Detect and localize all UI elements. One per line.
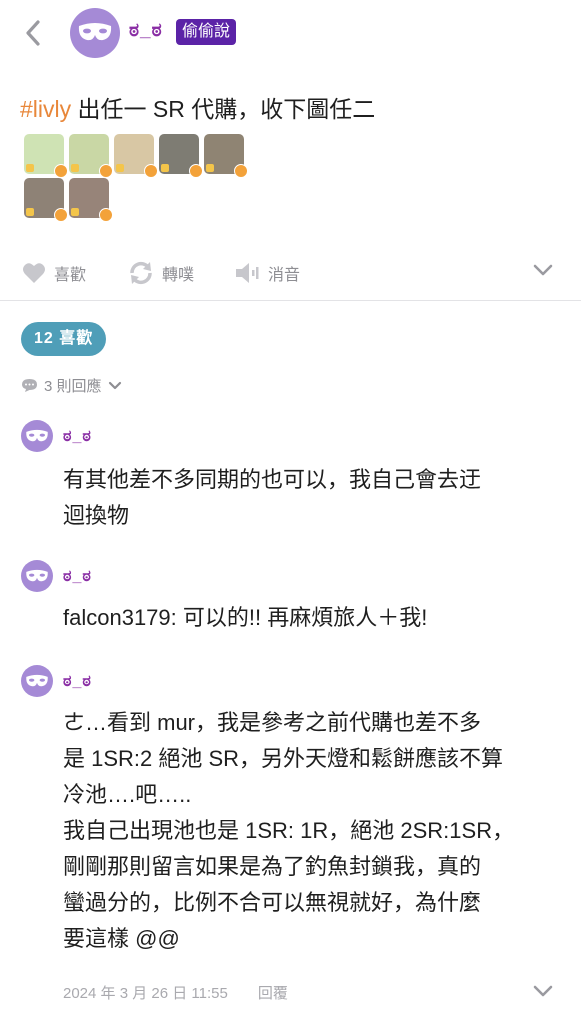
speech-bubble-icon [22,379,37,392]
like-label: 喜歡 [54,267,87,284]
level-icon [206,164,214,172]
comment-line: 蠻過分的，比例不合可以無視就好，為什麼 [63,890,482,915]
divider [0,300,581,301]
sticker-thumbnail[interactable] [69,178,113,222]
reply-button[interactable]: 回覆 [258,982,288,1003]
mute-button[interactable]: 消音 [234,261,300,285]
repost-button[interactable]: 轉噗 [128,261,194,285]
comment-text: 有其他差不多同期的也可以，我自己會去迂 迴換物 [63,462,563,534]
avatar[interactable] [70,8,120,58]
chevron-down-icon[interactable] [532,984,554,998]
comment-author[interactable]: ಠ_ಠ [63,428,92,446]
comment-line: 我自己出現池也是 1SR: 1R，絕池 2SR:1SR， [63,818,515,843]
back-button[interactable] [20,16,46,50]
heart-icon [54,208,68,222]
heart-icon [189,164,203,178]
sticker-thumbnail[interactable] [204,134,248,178]
sticker-thumbnail[interactable] [24,178,68,222]
comment-avatar[interactable] [21,665,53,697]
mask-icon [78,23,112,41]
comment-line: 迴換物 [63,503,130,528]
sticker-thumbnail[interactable] [69,134,113,178]
comment-text: ㄜ…看到 mur，我是參考之前代購也差不多 是 1SR:2 絕池 SR，另外天燈… [63,705,563,957]
repost-icon [130,261,152,285]
heart-icon [144,164,158,178]
comment-meta: 2024 年 3 月 26 日 11:55 回覆 [63,982,288,1003]
chevron-down-icon[interactable] [532,263,554,277]
comment-line: ㄜ…看到 mur，我是參考之前代購也差不多 [63,710,482,735]
level-icon [26,208,34,216]
comment-line: 冷池….吧….. [63,782,192,807]
comment-avatar[interactable] [21,420,53,452]
replies-toggle[interactable]: 3 則回應 [21,375,122,396]
level-icon [71,208,79,216]
timestamp: 2024 年 3 月 26 日 11:55 [63,985,228,1002]
mute-label: 消音 [268,267,301,284]
speaker-icon [236,263,259,283]
hashtag-link[interactable]: #livly [20,96,71,122]
comment-text: falcon3179: 可以的!! 再麻煩旅人＋我! [63,600,563,636]
repost-label: 轉噗 [162,267,195,284]
comment-line: 是 1SR:2 絕池 SR，另外天燈和鬆餅應該不算 [63,746,504,771]
comment-line: 有其他差不多同期的也可以，我自己會去迂 [63,467,482,492]
post-header: ಠ_ಠ 偷偷說 [0,0,581,70]
sticker-thumbnail[interactable] [114,134,158,178]
mask-icon [26,429,48,441]
comment-line: 剛剛那則留言如果是為了釣魚封鎖我，真的 [63,854,482,879]
sticker-thumbnail[interactable] [159,134,203,178]
sticker-thumbnail[interactable] [24,134,68,178]
level-icon [71,164,79,172]
chevron-left-icon [26,20,40,46]
comment-author[interactable]: ಠ_ಠ [63,673,92,691]
anonymous-badge: 偷偷說 [176,19,237,45]
post-content: #livly 出任一 SR 代購，收下圖任二 [20,90,375,124]
level-icon [116,164,124,172]
comment-line: 要這樣 @@ [63,926,180,951]
replies-count: 3 則回應 [44,378,102,395]
mask-icon [26,674,48,686]
level-icon [161,164,169,172]
heart-icon [99,164,113,178]
poster-name[interactable]: ಠ_ಠ [129,20,163,42]
like-button[interactable]: 喜歡 [22,261,86,285]
mask-icon [26,569,48,581]
post-actions: 喜歡 轉噗 消音 [0,255,581,291]
comment-avatar[interactable] [21,560,53,592]
likes-count-button[interactable]: 12 喜歡 [21,322,107,356]
comment-author[interactable]: ಠ_ಠ [63,568,92,586]
chevron-down-icon [108,381,121,389]
post-text: 出任一 SR 代購，收下圖任二 [71,96,376,122]
comment-line: falcon3179: 可以的!! 再麻煩旅人＋我! [63,605,428,630]
heart-icon [54,164,68,178]
level-icon [26,164,34,172]
heart-icon [234,164,248,178]
heart-icon [23,263,45,283]
heart-icon [99,208,113,222]
